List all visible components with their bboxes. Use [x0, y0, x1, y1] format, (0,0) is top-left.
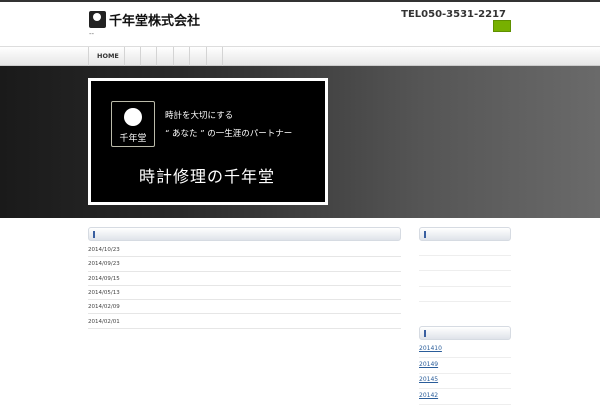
news-row[interactable]: 2014/02/01 — [88, 315, 401, 329]
watch-icon: 千年堂 — [111, 101, 155, 147]
news-row[interactable]: 2014/05/13 — [88, 286, 401, 301]
nav-item[interactable] — [124, 47, 140, 66]
clock-logo-icon — [89, 11, 106, 28]
nav-item[interactable] — [206, 47, 223, 66]
archive-link[interactable]: 201410 — [419, 343, 511, 358]
news-row[interactable]: 2014/09/23 — [88, 257, 401, 272]
news-row[interactable]: 2014/10/23 — [88, 243, 401, 258]
hero-banner: 千年堂 時計を大切にする “ あなた ” の一生涯のパートナー 時計修理の千年堂 — [88, 78, 328, 205]
sidebar-row[interactable] — [419, 272, 511, 287]
archive-link[interactable]: 20149 — [419, 359, 511, 374]
nav-item[interactable] — [173, 47, 189, 66]
phone-number: TEL050-3531-2217 — [401, 9, 506, 20]
sidebar-row[interactable] — [419, 256, 511, 271]
banner-line2: “ あなた ” の一生涯のパートナー — [165, 129, 293, 139]
main-nav: HOME — [0, 46, 600, 66]
nav-item[interactable] — [140, 47, 156, 66]
heading-marker-icon — [424, 330, 426, 337]
sidebar-row[interactable] — [419, 287, 511, 302]
contact-button[interactable] — [493, 20, 511, 32]
site-logo[interactable]: 千年堂株式会社 — [89, 10, 200, 29]
news-row[interactable]: 2014/02/09 — [88, 300, 401, 315]
banner-title: 時計修理の千年堂 — [139, 167, 276, 186]
news-row[interactable]: 2014/09/15 — [88, 272, 401, 286]
banner-line1: 時計を大切にする — [165, 111, 234, 121]
news-heading — [88, 227, 401, 241]
nav-home[interactable]: HOME — [88, 47, 124, 66]
sidebar-row[interactable] — [419, 241, 511, 256]
archive-link[interactable]: 20145 — [419, 374, 511, 389]
nav-item[interactable] — [156, 47, 173, 66]
heading-marker-icon — [93, 231, 95, 238]
sidebar-heading — [419, 227, 511, 241]
top-bar — [0, 0, 600, 2]
icon-label: 千年堂 — [119, 134, 147, 144]
archive-heading — [419, 326, 511, 340]
tagline: -- — [89, 30, 95, 38]
heading-marker-icon — [424, 231, 426, 238]
nav-item[interactable] — [189, 47, 206, 66]
archive-link[interactable]: 20142 — [419, 390, 511, 405]
company-name: 千年堂株式会社 — [109, 14, 201, 29]
